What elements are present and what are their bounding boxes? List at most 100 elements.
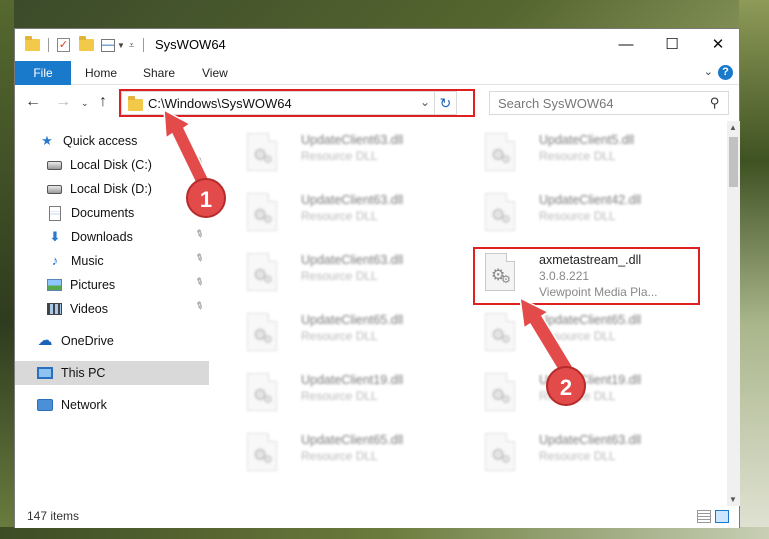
- sidebar-item-this-pc[interactable]: This PC: [15, 361, 209, 385]
- search-placeholder: Search SysWOW64: [498, 96, 614, 111]
- sidebar-item-label: Music: [71, 254, 104, 268]
- status-bar: 147 items: [15, 506, 739, 528]
- sidebar-item-pictures[interactable]: Pictures ✎: [15, 273, 209, 297]
- sidebar-item-network[interactable]: Network: [15, 393, 209, 417]
- tab-home[interactable]: Home: [85, 61, 117, 85]
- dropdown-arrow-icon: ▼: [117, 40, 125, 50]
- tab-share[interactable]: Share: [143, 61, 175, 85]
- sidebar-item-label: Documents: [71, 206, 135, 220]
- drive-icon: [47, 160, 62, 170]
- sidebar-item-local-disk-c[interactable]: Local Disk (C:) ✎: [15, 153, 209, 177]
- scroll-thumb[interactable]: [729, 137, 738, 187]
- details-view-icon[interactable]: [697, 510, 711, 523]
- customize-toolbar-button[interactable]: ⩡: [129, 37, 134, 53]
- file-name: UpdateClient63.dll: [301, 193, 404, 207]
- navigation-bar: ← → ⌄ ↑ C:\Windows\SysWOW64 ⌄ ↻ Search S…: [15, 85, 739, 121]
- list-item[interactable]: ⚙ ⚙ UpdateClient65.dll Resource DLL: [473, 305, 693, 361]
- vertical-scrollbar[interactable]: ▲ ▼: [727, 121, 740, 506]
- pin-icon[interactable]: ✎: [192, 252, 205, 266]
- dll-file-icon: ⚙ ⚙: [485, 433, 519, 473]
- desktop-background-left: [0, 0, 14, 539]
- up-button[interactable]: ↑: [99, 93, 107, 111]
- file-highlight-box: [473, 247, 700, 305]
- title-bar: ✓ ▼ ⩡ SysWOW64 — ☐ ✕: [15, 29, 739, 61]
- list-item[interactable]: ⚙ ⚙ UpdateClient63.dll Resource DLL: [235, 185, 455, 241]
- help-icon[interactable]: ?: [718, 65, 733, 80]
- dll-file-icon: ⚙ ⚙: [247, 193, 281, 233]
- back-button[interactable]: ←: [25, 93, 41, 111]
- sidebar-item-local-disk-d[interactable]: Local Disk (D:) ✎: [15, 177, 209, 201]
- dll-file-icon: ⚙ ⚙: [247, 373, 281, 413]
- new-folder-button[interactable]: [79, 36, 94, 53]
- sidebar-item-downloads[interactable]: ⬇ Downloads ✎: [15, 225, 209, 249]
- sidebar-item-label: Local Disk (C:): [70, 158, 152, 172]
- file-description: Resource DLL: [539, 329, 616, 343]
- download-icon: ⬇: [49, 229, 61, 244]
- properties-check-button[interactable]: ✓: [57, 37, 70, 53]
- file-description: Resource DLL: [301, 209, 378, 223]
- tab-file[interactable]: File: [15, 61, 71, 85]
- file-description: Resource DLL: [301, 149, 378, 163]
- dll-file-icon: ⚙ ⚙: [247, 253, 281, 293]
- list-item[interactable]: ⚙ ⚙ UpdateClient65.dll Resource DLL: [235, 425, 455, 481]
- sidebar-item-label: Quick access: [63, 134, 138, 148]
- sidebar-item-label: Downloads: [71, 230, 133, 244]
- dll-file-icon: ⚙ ⚙: [247, 433, 281, 473]
- search-icon[interactable]: ⚲: [710, 95, 720, 111]
- properties-icon: [101, 38, 115, 52]
- scroll-down-icon[interactable]: ▼: [729, 495, 737, 504]
- file-name: UpdateClient63.dll: [301, 133, 404, 147]
- recent-locations-button[interactable]: ⌄: [81, 98, 89, 109]
- list-item[interactable]: ⚙⚙ UpdateClient19.dll Resource DLL: [235, 365, 455, 421]
- list-item[interactable]: ⚙ ⚙ UpdateClient63.dll Resource DLL: [473, 425, 693, 481]
- search-input[interactable]: Search SysWOW64 ⚲: [489, 91, 729, 115]
- file-description: Resource DLL: [539, 209, 616, 223]
- dll-file-icon: ⚙ ⚙: [485, 373, 519, 413]
- file-name: UpdateClient65.dll: [301, 313, 404, 327]
- list-item[interactable]: ⚙ ⚙ UpdateClient65.dll Resource DLL: [235, 305, 455, 361]
- scroll-up-icon[interactable]: ▲: [729, 123, 737, 132]
- sidebar-item-documents[interactable]: Documents ✎: [15, 201, 209, 225]
- dll-file-icon: ⚙ ⚙: [485, 313, 519, 353]
- pin-icon[interactable]: ✎: [192, 300, 205, 314]
- expand-ribbon-icon[interactable]: ⌄: [704, 65, 713, 78]
- forward-button[interactable]: →: [55, 93, 71, 111]
- ribbon-tabs: File Home Share View ⌄ ?: [15, 61, 739, 85]
- sidebar-item-quick-access[interactable]: ★ Quick access: [15, 129, 209, 153]
- list-item[interactable]: ⚙ ⚙ UpdateClient63.dll Resource DLL: [235, 245, 455, 301]
- file-name: UpdateClient42.dll: [539, 193, 642, 207]
- tab-view[interactable]: View: [202, 61, 228, 85]
- sidebar-item-label: Network: [61, 398, 107, 412]
- file-name: UpdateClient65.dll: [301, 433, 404, 447]
- dll-file-icon: ⚙ ⚙: [247, 313, 281, 353]
- folder-icon: [25, 36, 40, 51]
- file-description: Resource DLL: [301, 449, 378, 463]
- toolbar-separator: [48, 37, 49, 53]
- sidebar-item-music[interactable]: ♪ Music ✎: [15, 249, 209, 273]
- pin-icon[interactable]: ✎: [192, 228, 205, 242]
- sidebar-item-videos[interactable]: Videos ✎: [15, 297, 209, 321]
- close-button[interactable]: ✕: [695, 29, 741, 61]
- maximize-button[interactable]: ☐: [649, 29, 695, 61]
- list-item[interactable]: ⚙ ⚙ UpdateClient63.dll Resource DLL: [235, 125, 455, 181]
- pin-icon[interactable]: ✎: [192, 276, 205, 290]
- navigation-pane: ★ Quick access Local Disk (C:) ✎ Local D…: [15, 121, 209, 506]
- properties-button[interactable]: ▼: [101, 37, 125, 53]
- minimize-button[interactable]: —: [603, 29, 649, 61]
- file-description: Resource DLL: [301, 329, 378, 343]
- file-description: Resource DLL: [301, 389, 378, 403]
- sidebar-item-label: Videos: [70, 302, 108, 316]
- dll-file-icon: ⚙ ⚙: [485, 193, 519, 233]
- list-item[interactable]: ⚙ ⚙ UpdateClient42.dll Resource DLL: [473, 185, 693, 241]
- file-name: UpdateClient63.dll: [539, 433, 642, 447]
- computer-icon: [37, 367, 53, 379]
- list-item[interactable]: ⚙ ⚙ UpdateClient5.dll Resource DLL: [473, 125, 693, 181]
- tiles-view-icon[interactable]: [715, 510, 729, 523]
- checkmark-icon: ✓: [57, 38, 70, 52]
- sidebar-item-onedrive[interactable]: ☁ OneDrive: [15, 329, 209, 353]
- item-count: 147 items: [27, 509, 80, 523]
- pin-icon[interactable]: ✎: [192, 156, 205, 170]
- dll-file-icon: ⚙ ⚙: [485, 133, 519, 173]
- sidebar-item-label: Local Disk (D:): [70, 182, 152, 196]
- quick-access-toolbar: [25, 36, 40, 53]
